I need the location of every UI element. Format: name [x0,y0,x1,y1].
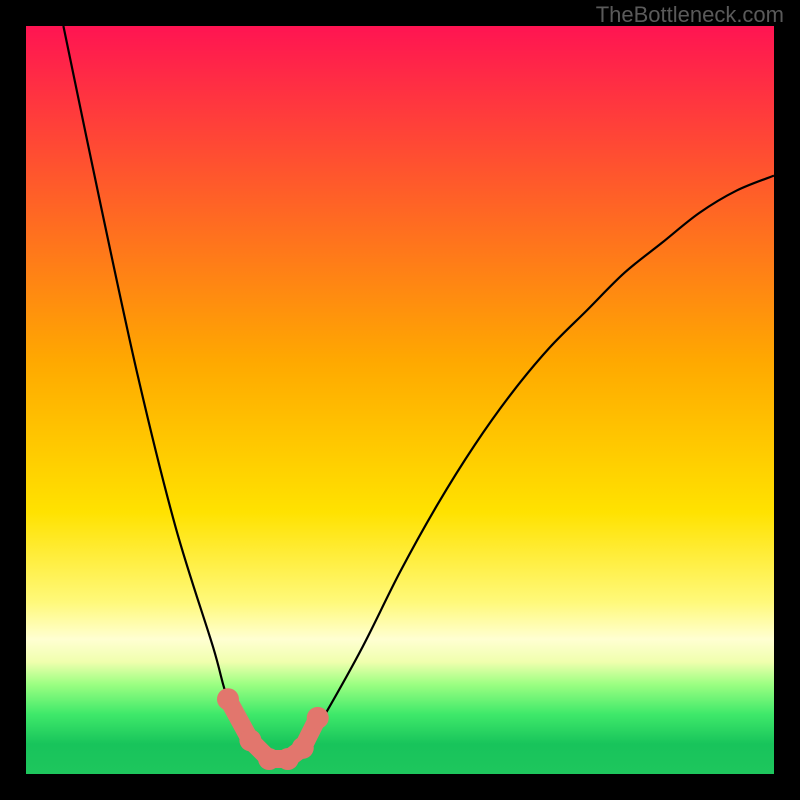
marker-point [239,729,261,751]
watermark-text: TheBottleneck.com [596,2,784,28]
curve-svg [26,26,774,774]
marker-point [292,737,314,759]
plot-area [26,26,774,774]
bottleneck-curve [63,26,774,761]
marker-group [217,688,329,770]
marker-point [307,707,329,729]
marker-point [217,688,239,710]
